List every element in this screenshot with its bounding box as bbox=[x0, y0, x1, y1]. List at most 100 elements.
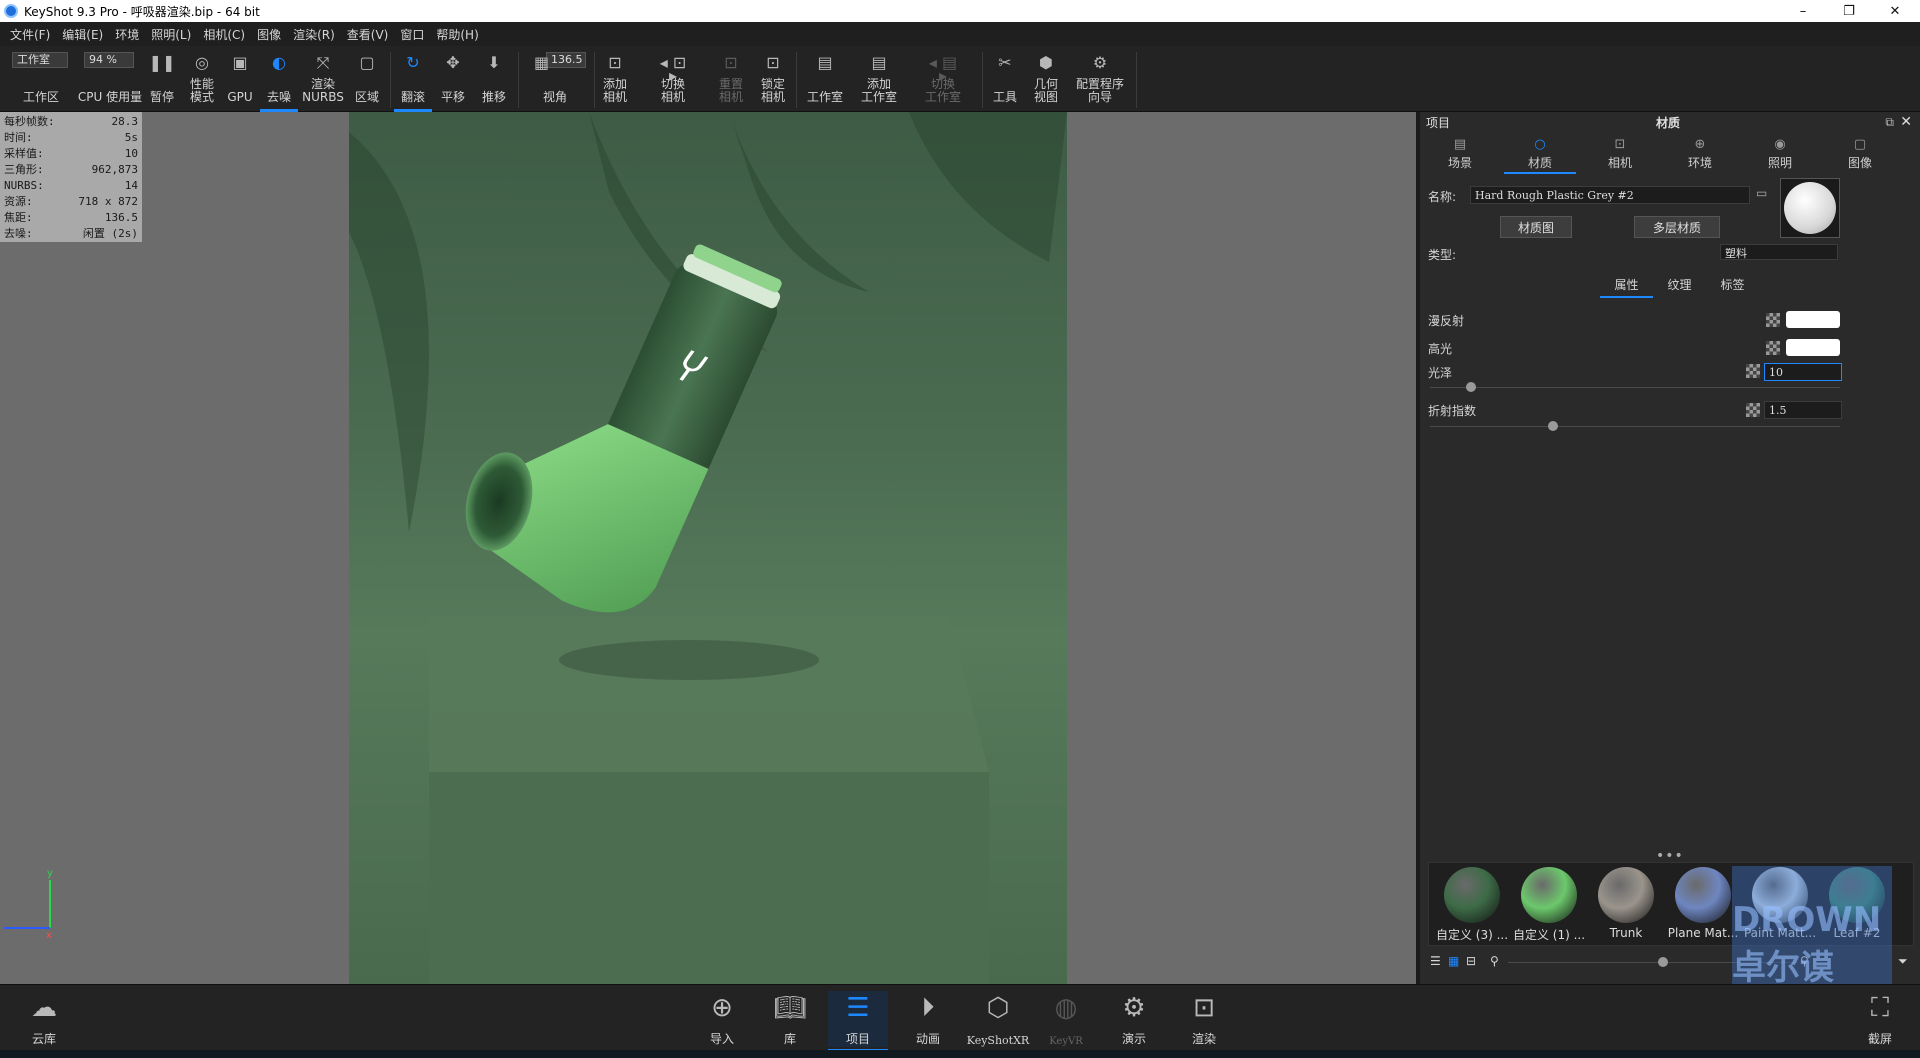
filter-icon[interactable]: ⏷ bbox=[1898, 954, 1908, 969]
ribbon-separator bbox=[518, 52, 519, 108]
grid-view-icon[interactable]: ▦ bbox=[1448, 954, 1459, 968]
ior-texture-icon[interactable] bbox=[1746, 403, 1760, 417]
ior-input[interactable]: 1.5 bbox=[1764, 401, 1842, 419]
menu-file[interactable]: 文件(F) bbox=[4, 26, 56, 43]
tab-camera[interactable]: ⊡ 相机 bbox=[1580, 134, 1660, 174]
menu-window[interactable]: 窗口 bbox=[394, 26, 430, 43]
region-label: 区域 bbox=[354, 90, 379, 104]
switch-camera-button[interactable]: ◂ ⊡ ▸ 切换 相机 bbox=[640, 50, 706, 108]
geometry-view-button[interactable]: ⬢ 几何 视图 bbox=[1028, 50, 1064, 108]
material-name-field[interactable]: Hard Rough Plastic Grey #2 bbox=[1470, 186, 1750, 204]
material-thumbnail[interactable]: Trunk bbox=[1589, 867, 1663, 940]
material-name: Plane Mat... bbox=[1667, 926, 1739, 940]
save-material-icon[interactable]: ▭ bbox=[1756, 186, 1767, 200]
reset-camera-button[interactable]: ⊡ 重置 相机 bbox=[714, 50, 748, 108]
region-button[interactable]: ▢ 区域 bbox=[350, 50, 384, 108]
panel-title-material: 材质 bbox=[1656, 115, 1681, 130]
multi-material-button[interactable]: 多层材质 bbox=[1634, 216, 1720, 238]
tumble-button[interactable]: ↻ 翻滚 bbox=[394, 50, 432, 112]
lock-camera-button[interactable]: ⊡ 锁定 相机 bbox=[756, 50, 790, 108]
book-icon: 📖︎ bbox=[773, 993, 807, 1023]
tab-image[interactable]: ▢ 图像 bbox=[1820, 134, 1900, 174]
denoise-button[interactable]: ◐ 去噪 bbox=[260, 50, 298, 112]
dolly-button[interactable]: ⬇ 推移 bbox=[476, 50, 512, 108]
zoom-out-icon[interactable]: ⚲ bbox=[1490, 954, 1499, 968]
thumbnail-size-knob[interactable] bbox=[1658, 957, 1668, 967]
library-button[interactable]: 📖︎ 库 bbox=[760, 991, 820, 1047]
gloss-input[interactable]: 10 bbox=[1764, 363, 1842, 381]
gpu-button[interactable]: ▣ GPU bbox=[224, 50, 256, 108]
menu-render[interactable]: 渲染(R) bbox=[287, 26, 341, 43]
animation-button[interactable]: ⏵ 动画 bbox=[898, 991, 958, 1047]
render-nurbs-button[interactable]: ⤧ 渲染 NURBS bbox=[302, 50, 344, 108]
tab-material[interactable]: ○ 材质 bbox=[1500, 134, 1580, 174]
menu-image[interactable]: 图像 bbox=[251, 26, 287, 43]
perf-mode-label: 性能 模式 bbox=[189, 77, 214, 104]
diffuse-color-swatch[interactable] bbox=[1786, 311, 1840, 328]
minimize-button[interactable]: – bbox=[1780, 0, 1826, 22]
menu-environment[interactable]: 环境 bbox=[109, 26, 145, 43]
material-graph-button[interactable]: 材质图 bbox=[1500, 216, 1572, 238]
tab-environment[interactable]: ⊕ 环境 bbox=[1660, 134, 1740, 174]
list-view-icon[interactable]: ☰ bbox=[1430, 954, 1441, 968]
material-preview[interactable] bbox=[1780, 178, 1840, 238]
keyvr-button[interactable]: ◍ KeyVR bbox=[1036, 991, 1096, 1047]
keyshotxr-button[interactable]: ⬡ KeyShotXR bbox=[966, 991, 1030, 1047]
workspace-button[interactable]: 工作区 bbox=[12, 50, 70, 108]
maximize-button[interactable]: ❐ bbox=[1826, 0, 1872, 22]
add-studio-button[interactable]: ▤ 添加 工作室 bbox=[856, 50, 902, 108]
add-camera-icon: ⊡ bbox=[608, 53, 622, 72]
cpu-usage-button[interactable]: CPU 使用量 bbox=[76, 50, 144, 108]
render-camera-icon: ⊡ bbox=[1193, 993, 1215, 1023]
tab-scene[interactable]: ▤ 场景 bbox=[1420, 134, 1500, 174]
subtab-textures[interactable]: 纹理 bbox=[1653, 276, 1706, 296]
specular-texture-icon[interactable] bbox=[1766, 341, 1780, 355]
menu-edit[interactable]: 编辑(E) bbox=[56, 26, 109, 43]
ior-slider-knob[interactable] bbox=[1548, 421, 1558, 431]
pause-button[interactable]: ❚❚ 暂停 bbox=[146, 50, 178, 108]
render-image[interactable]: Ⴤ bbox=[349, 112, 1067, 984]
stat-row: 时间: 5s bbox=[4, 130, 138, 146]
import-button[interactable]: ⊕ 导入 bbox=[692, 991, 752, 1047]
switch-studio-button[interactable]: ◂ ▤ ▸ 切换 工作室 bbox=[912, 50, 974, 108]
presentation-button[interactable]: ⚙ 演示 bbox=[1104, 991, 1164, 1047]
tools-button[interactable]: ✂ 工具 bbox=[988, 50, 1022, 108]
add-camera-button[interactable]: ⊡ 添加 相机 bbox=[598, 50, 632, 108]
subtab-properties[interactable]: 属性 bbox=[1600, 276, 1653, 298]
presentation-icon: ⚙ bbox=[1122, 993, 1146, 1023]
wizard-icon: ⚙ bbox=[1092, 53, 1108, 72]
config-wizard-button[interactable]: ⚙ 配置程序 向导 bbox=[1070, 50, 1130, 108]
render-button[interactable]: ⊡ 渲染 bbox=[1174, 991, 1234, 1047]
perf-mode-button[interactable]: ◎ 性能 模式 bbox=[184, 50, 220, 108]
tab-lighting[interactable]: ◉ 照明 bbox=[1740, 134, 1820, 174]
pan-button[interactable]: ✥ 平移 bbox=[436, 50, 470, 108]
menu-camera[interactable]: 相机(C) bbox=[197, 26, 251, 43]
material-thumbnail[interactable]: 自定义 (3) ... bbox=[1435, 867, 1509, 943]
cloud-library-button[interactable]: ☁ 云库 bbox=[14, 991, 74, 1047]
scene-icon: ▤ bbox=[1453, 137, 1467, 152]
menu-view[interactable]: 查看(V) bbox=[341, 26, 395, 43]
tree-view-icon[interactable]: ⊟ bbox=[1466, 954, 1476, 968]
type-select[interactable]: 塑料 bbox=[1720, 244, 1838, 260]
ior-slider-track[interactable] bbox=[1430, 426, 1840, 427]
close-panel-icon[interactable]: ✕ bbox=[1900, 114, 1912, 130]
subtab-labels[interactable]: 标签 bbox=[1706, 276, 1759, 296]
specular-color-swatch[interactable] bbox=[1786, 339, 1840, 356]
studio-button[interactable]: ▤ 工作室 bbox=[800, 50, 850, 108]
pedestal-top bbox=[429, 616, 989, 772]
undock-icon[interactable]: ⧉ bbox=[1885, 115, 1894, 130]
material-thumbnail[interactable]: Plane Mat... bbox=[1666, 867, 1740, 940]
gloss-slider-knob[interactable] bbox=[1466, 382, 1476, 392]
project-button[interactable]: ☰ 项目 bbox=[828, 991, 888, 1051]
gloss-texture-icon[interactable] bbox=[1746, 364, 1760, 378]
fov-button[interactable]: ▦ 视角 bbox=[522, 50, 588, 108]
diffuse-texture-icon[interactable] bbox=[1766, 313, 1780, 327]
menu-help[interactable]: 帮助(H) bbox=[430, 26, 484, 43]
material-thumbnail[interactable]: 自定义 (1) ... bbox=[1512, 867, 1586, 943]
close-button[interactable]: ✕ bbox=[1872, 0, 1918, 22]
menu-lighting[interactable]: 照明(L) bbox=[145, 26, 197, 43]
screenshot-button[interactable]: ⛶ 截屏 bbox=[1850, 991, 1910, 1047]
pan-label: 平移 bbox=[440, 90, 465, 104]
stat-row: NURBS: 14 bbox=[4, 178, 138, 194]
gloss-slider-track[interactable] bbox=[1430, 387, 1840, 388]
